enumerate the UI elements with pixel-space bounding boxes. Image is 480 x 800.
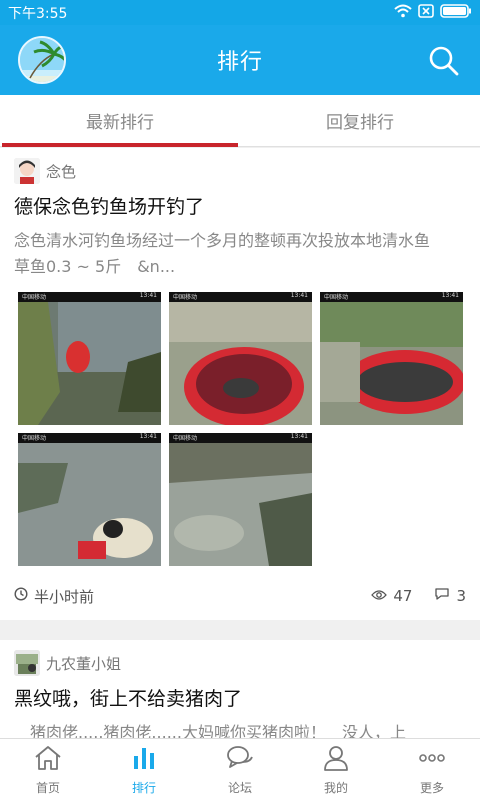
stream-photo [169,443,312,566]
clock-icon [14,587,28,605]
post-title[interactable]: 黑纹哦，街上不给卖猪肉了 [14,686,466,712]
no-sim-icon [418,3,434,22]
nav-more-label: 更多 [419,780,444,795]
post-image[interactable]: 中国移动 13:41 [320,292,463,425]
profile-icon [321,744,351,775]
wifi-icon [394,4,412,22]
post-image[interactable]: 中国移动 13:41 [18,433,161,566]
comment-bubble-icon [434,587,450,605]
app-screen: 下午3:55 排行 最新排行 回复排行 念色 德保念色钓鱼场开钓了 念色清水河钓… [0,0,480,800]
fish-bucket-photo [320,302,463,425]
app-bar: 排行 [0,25,480,95]
bucket-photo [169,302,312,425]
post-excerpt: 猪肉佬.....猪肉佬......大妈喊你买猪肉啦！ 没人，上 [14,723,406,738]
post-stats: 47 3 [371,587,466,605]
author-row: 念色 [14,158,466,184]
thumb-status-bar: 中国移动 13:41 [18,292,161,302]
author-name[interactable]: 念色 [46,161,76,182]
post-time-text: 半小时前 [34,587,95,606]
comment-count-value: 3 [456,587,466,605]
author-name[interactable]: 九农董小姐 [46,653,121,674]
thumb-status-bar: 中国移动 13:41 [169,433,312,443]
more-icon [417,744,447,775]
nav-home-label: 首页 [35,780,60,795]
palm-beach-avatar-image [20,38,64,82]
author-avatar[interactable] [14,650,40,676]
eye-icon [371,587,388,605]
post-image[interactable]: 中国移动 13:41 [169,292,312,425]
post-card[interactable]: 九农董小姐 黑纹哦，街上不给卖猪肉了 猪肉佬.....猪肉佬......大妈喊你… [0,640,480,738]
nav-forum-label: 论坛 [227,780,252,795]
post-meta: 半小时前 47 3 [14,584,466,608]
nav-ranking[interactable]: 排行 [96,739,192,800]
nav-more[interactable]: 更多 [384,739,480,800]
comment-count[interactable]: 3 [434,587,466,605]
page-title: 排行 [216,50,263,75]
tab-latest[interactable]: 最新排行 [0,95,240,147]
author-row: 九农董小姐 [14,650,466,676]
home-icon [33,744,63,775]
thumb-status-bar: 中国移动 13:41 [320,292,463,302]
post-image[interactable]: 中国移动 13:41 [169,433,312,566]
post-excerpt: 念色清水河钓鱼场经过一个多月的整顿再次投放本地清水鱼 草鱼0.3 ~ 5斤 &n… [14,231,452,276]
bottom-navigation: 首页 排行 论坛 我的 更多 [0,738,480,800]
post-image-grid: 中国移动 13:41 中国移动 13:41 中国移动 13:41 中国移动 13… [14,292,466,566]
view-count: 47 [371,587,412,605]
post-image[interactable]: 中国移动 13:41 [18,292,161,425]
forum-icon [225,744,255,775]
post-title[interactable]: 德保念色钓鱼场开钓了 [14,194,466,220]
user-avatar[interactable] [18,36,66,84]
nav-home[interactable]: 首页 [0,739,96,800]
author-avatar[interactable] [14,158,40,184]
nav-profile[interactable]: 我的 [288,739,384,800]
search-icon[interactable] [428,45,460,77]
ranking-tabs: 最新排行 回复排行 [0,95,480,147]
thumb-status-bar: 中国移动 13:41 [169,292,312,302]
river-photo [18,443,161,566]
tab-replies[interactable]: 回复排行 [240,95,480,146]
view-count-value: 47 [393,587,413,605]
post-feed[interactable]: 念色 德保念色钓鱼场开钓了 念色清水河钓鱼场经过一个多月的整顿再次投放本地清水鱼… [0,148,480,738]
post-time: 半小时前 [14,586,94,607]
ranking-icon [129,744,159,775]
nav-forum[interactable]: 论坛 [192,739,288,800]
fishing-photo [18,302,161,425]
status-time: 下午3:55 [8,5,68,22]
post-card[interactable]: 念色 德保念色钓鱼场开钓了 念色清水河钓鱼场经过一个多月的整顿再次投放本地清水鱼… [0,148,480,620]
status-icons [394,3,472,22]
nav-profile-label: 我的 [323,780,348,795]
status-bar: 下午3:55 [0,0,480,25]
nav-ranking-label: 排行 [131,780,156,795]
thumb-status-bar: 中国移动 13:41 [18,433,161,443]
battery-icon [440,3,472,22]
